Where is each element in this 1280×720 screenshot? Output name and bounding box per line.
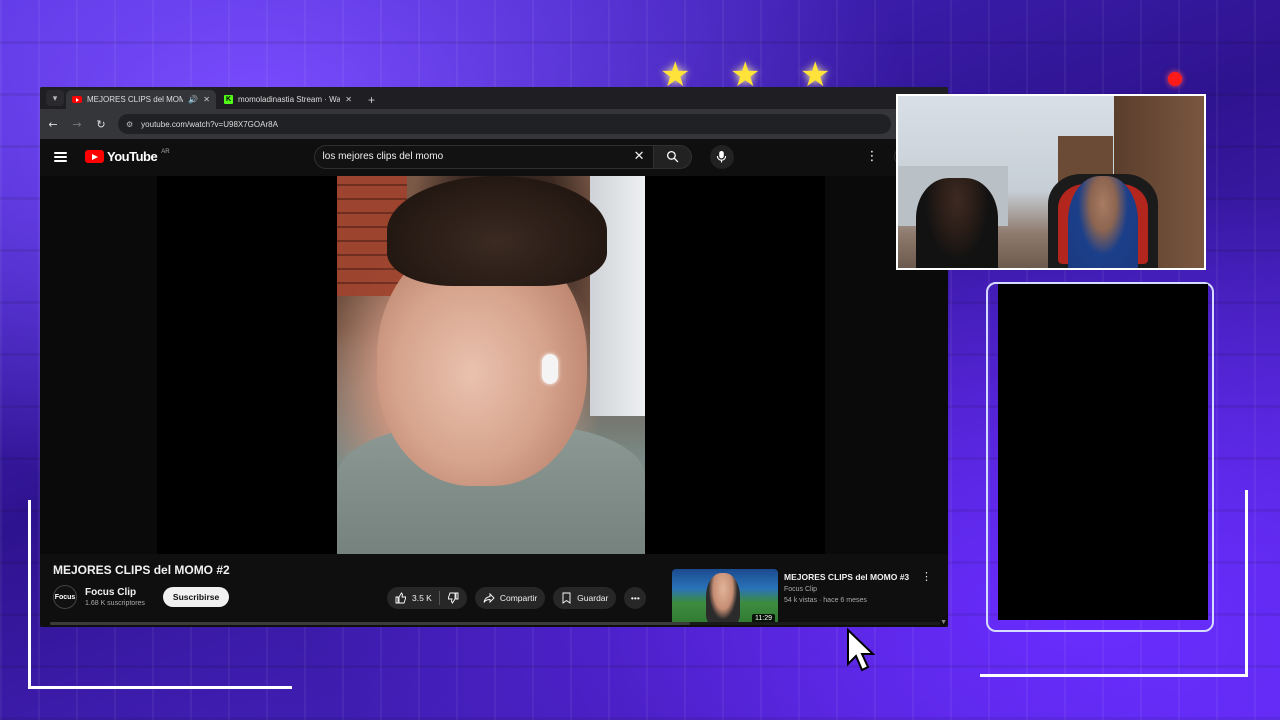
streamer-left <box>916 178 998 268</box>
chat-panel <box>998 284 1208 620</box>
more-icon: ••• <box>630 593 640 603</box>
new-tab-button[interactable]: + <box>368 93 375 107</box>
streamer-right <box>1068 176 1138 268</box>
earbud <box>542 354 558 384</box>
tab-kick[interactable]: K momoladinastia Stream · Watc ✕ <box>218 90 358 109</box>
browser-window: ▾ MEJORES CLIPS del MOMO 🔊 ✕ K momoladin… <box>40 87 948 627</box>
like-dislike-group: 3.5 K <box>387 587 467 609</box>
close-tab-icon[interactable]: ✕ <box>203 95 210 104</box>
site-info-icon[interactable]: ⚙ <box>126 120 133 129</box>
search-query[interactable]: los mejores clips del momo <box>323 151 634 162</box>
horizontal-scrollbar[interactable] <box>50 622 940 625</box>
overlay-frame-line-bottom-right <box>980 674 1248 677</box>
recording-indicator-icon <box>1168 72 1182 86</box>
browser-toolbar: ← → ↻ ⚙ youtube.com/watch?v=U98X7GOAr8A … <box>40 109 948 139</box>
overlay-frame-line-bottom-left <box>28 686 292 689</box>
webcam-feed <box>896 94 1206 270</box>
region-code: AR <box>161 148 170 155</box>
bookmark-icon <box>562 592 571 604</box>
menu-icon[interactable] <box>54 151 67 162</box>
back-icon[interactable]: ← <box>46 118 60 131</box>
player-side-left <box>40 176 157 554</box>
recommended-meta: 54 k vistas · hace 6 meses <box>784 597 867 604</box>
thumbs-up-icon[interactable] <box>395 592 407 604</box>
share-button[interactable]: Compartir <box>474 587 546 609</box>
save-label: Guardar <box>577 593 609 603</box>
share-icon <box>483 592 495 604</box>
search-input[interactable]: los mejores clips del momo ✕ <box>313 144 654 169</box>
forward-icon[interactable]: → <box>70 118 84 131</box>
tab-search-button[interactable]: ▾ <box>46 90 64 106</box>
mouse-cursor-icon <box>847 628 876 672</box>
recommended-video[interactable]: 11:29 MEJORES CLIPS del MOMO #3 Focus Cl… <box>672 569 932 625</box>
video-player[interactable] <box>40 176 948 554</box>
tab-title: momoladinastia Stream · Watc <box>238 95 341 104</box>
close-tab-icon[interactable]: ✕ <box>345 95 352 104</box>
kick-icon: K <box>224 95 233 104</box>
url-text[interactable]: youtube.com/watch?v=U98X7GOAr8A <box>141 120 278 129</box>
subscribe-button[interactable]: Suscribirse <box>162 587 230 607</box>
video-actions: 3.5 K Compartir Guardar ••• <box>387 587 647 609</box>
tab-youtube[interactable]: MEJORES CLIPS del MOMO 🔊 ✕ <box>66 90 216 109</box>
audio-playing-icon[interactable]: 🔊 <box>188 95 198 104</box>
share-label: Compartir <box>499 593 538 603</box>
youtube-logo[interactable]: YouTube AR <box>85 149 170 164</box>
youtube-header: YouTube AR los mejores clips del momo ✕ … <box>40 139 948 174</box>
subscriber-count: 1.68 K suscriptores <box>85 600 145 607</box>
channel-name[interactable]: Focus Clip <box>85 587 145 598</box>
search-icon <box>666 150 678 163</box>
youtube-logo-text: YouTube <box>107 149 158 164</box>
microphone-icon <box>716 151 727 163</box>
save-button[interactable]: Guardar <box>553 587 617 609</box>
youtube-logo-icon <box>85 150 104 163</box>
channel-row: Focus Focus Clip 1.68 K suscriptores Sus… <box>53 585 230 609</box>
like-count[interactable]: 3.5 K <box>412 593 432 603</box>
person-hair <box>387 176 607 286</box>
youtube-icon <box>72 96 82 103</box>
recommended-channel[interactable]: Focus Clip <box>784 586 915 593</box>
recommended-title[interactable]: MEJORES CLIPS del MOMO #3 <box>784 572 915 582</box>
video-frame[interactable] <box>337 176 645 554</box>
channel-avatar[interactable]: Focus <box>53 585 77 609</box>
overlay-frame-line-right <box>1245 490 1248 674</box>
address-bar[interactable]: ⚙ youtube.com/watch?v=U98X7GOAr8A <box>118 114 892 134</box>
search-bar: los mejores clips del momo ✕ <box>313 144 734 169</box>
thumbnail-person <box>706 573 740 625</box>
overlay-frame-line-left <box>28 500 31 686</box>
search-button[interactable] <box>653 144 692 169</box>
channel-avatar-text: Focus <box>54 593 76 601</box>
video-title: MEJORES CLIPS del MOMO #2 <box>53 563 230 577</box>
settings-menu-icon[interactable]: ⋮ <box>865 149 878 164</box>
recommended-menu-icon[interactable]: ⋮ <box>921 569 932 625</box>
recommended-thumbnail[interactable]: 11:29 <box>672 569 778 625</box>
reload-icon[interactable]: ↻ <box>94 118 108 131</box>
tab-title: MEJORES CLIPS del MOMO <box>87 95 184 104</box>
tab-strip: ▾ MEJORES CLIPS del MOMO 🔊 ✕ K momoladin… <box>40 87 948 109</box>
clear-search-icon[interactable]: ✕ <box>634 149 645 164</box>
voice-search-button[interactable] <box>709 144 734 169</box>
thumbs-down-icon[interactable] <box>447 592 459 604</box>
scroll-down-arrow-icon[interactable]: ▼ <box>940 619 947 626</box>
more-actions-button[interactable]: ••• <box>624 587 647 609</box>
